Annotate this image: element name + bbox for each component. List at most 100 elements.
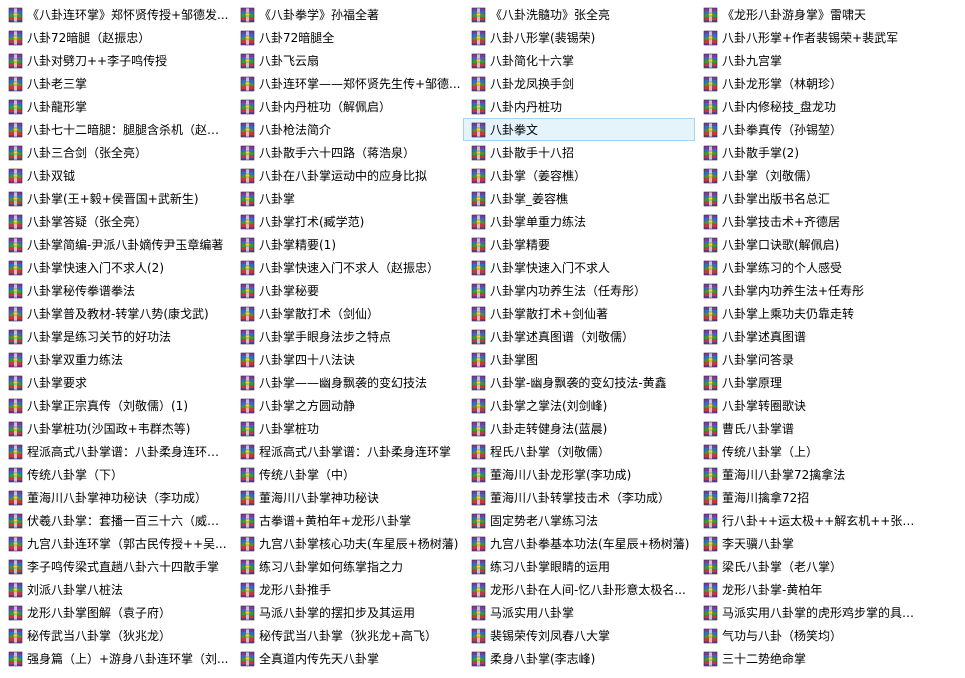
file-item[interactable]: 八卦简化十六掌 xyxy=(463,49,695,72)
file-item[interactable]: 八卦掌（姜容樵） xyxy=(463,164,695,187)
file-item[interactable]: 八卦掌精要(1) xyxy=(232,233,464,256)
file-item[interactable]: 传统八卦掌（上） xyxy=(695,440,927,463)
file-item[interactable]: 八卦掌之方圆动静 xyxy=(232,394,464,417)
file-item[interactable]: 八卦散手掌(2) xyxy=(695,141,927,164)
file-item[interactable]: 固定势老八掌练习法 xyxy=(463,509,695,532)
file-item[interactable]: 八卦掌双重力练法 xyxy=(0,348,232,371)
file-item[interactable]: 《八卦洗髓功》张全亮 xyxy=(463,3,695,26)
file-item[interactable]: 八卦七十二暗腿：腿腿含杀机（赵振... xyxy=(0,118,232,141)
file-item[interactable]: 八卦掌普及教材-转掌八势(康戈武) xyxy=(0,302,232,325)
file-item[interactable]: 八卦在八卦掌运动中的应身比拟 xyxy=(232,164,464,187)
file-item[interactable]: 传统八卦掌（下） xyxy=(0,463,232,486)
file-item[interactable]: 八卦掌正宗真传（刘敬儒）(1) xyxy=(0,394,232,417)
file-item[interactable]: 八卦掌答疑（张全亮） xyxy=(0,210,232,233)
file-item[interactable]: 《龙形八卦游身掌》雷啸天 xyxy=(695,3,927,26)
file-item[interactable]: 龙形八卦掌-黄柏年 xyxy=(695,578,927,601)
file-item[interactable]: 八卦内修秘技_盘龙功 xyxy=(695,95,927,118)
file-item[interactable]: 八卦掌是练习关节的好功法 xyxy=(0,325,232,348)
file-item[interactable]: 八卦掌手眼身法步之特点 xyxy=(232,325,464,348)
file-item[interactable]: 八卦掌精要 xyxy=(463,233,695,256)
file-item[interactable]: 龙形八卦推手 xyxy=(232,578,464,601)
file-item[interactable]: 八卦散手十八招 xyxy=(463,141,695,164)
file-item[interactable]: 八卦掌单重力练法 xyxy=(463,210,695,233)
file-item[interactable]: 裴锡荣传刘凤春八大掌 xyxy=(463,624,695,647)
file-item[interactable]: 八卦掌(王+毅+侯晋国+武新生) xyxy=(0,187,232,210)
file-item[interactable]: 伏羲八卦掌：套播一百三十六（威晨... xyxy=(0,509,232,532)
file-item[interactable]: 程派高式八卦掌谱：八卦柔身连环掌 xyxy=(232,440,464,463)
file-item[interactable]: 八卦掌原理 xyxy=(695,371,927,394)
file-item[interactable]: 八卦掌快速入门不求人(2) xyxy=(0,256,232,279)
file-item[interactable]: 八卦掌内功养生法（任寿彤） xyxy=(463,279,695,302)
file-item[interactable]: 八卦走转健身法(蓝晨) xyxy=(463,417,695,440)
file-item[interactable]: 龙形八卦在人间-忆八卦形意太极名... xyxy=(463,578,695,601)
file-item[interactable]: 九宫八卦掌核心功夫(车星辰+杨树藩) xyxy=(232,532,464,555)
file-item[interactable]: 董海川八卦掌神功秘诀 xyxy=(232,486,464,509)
file-item[interactable]: 秘传武当八卦掌（狄兆龙+高飞） xyxy=(232,624,464,647)
file-item[interactable]: 李子鸣传梁式直趟八卦六十四散手掌 xyxy=(0,555,232,578)
file-item[interactable]: 八卦双钺 xyxy=(0,164,232,187)
file-item[interactable]: 《八卦拳学》孙福全著 xyxy=(232,3,464,26)
file-item[interactable]: 董海川八卦龙形掌(李功成) xyxy=(463,463,695,486)
file-item[interactable]: 马派实用八卦掌的虎形鸡步掌的具体... xyxy=(695,601,927,624)
file-item[interactable]: 八卦掌图 xyxy=(463,348,695,371)
file-item[interactable]: 气功与八卦（杨笑均） xyxy=(695,624,927,647)
file-item[interactable]: 八卦内丹桩功 xyxy=(463,95,695,118)
file-item[interactable]: 八卦掌-幽身飘袭的变幻技法-黄鑫 xyxy=(463,371,695,394)
file-item[interactable]: 八卦72暗腿全 xyxy=(232,26,464,49)
file-item[interactable]: 八卦掌转圈歌诀 xyxy=(695,394,927,417)
file-item[interactable]: 八卦龍形掌 xyxy=(0,95,232,118)
file-item[interactable]: 八卦掌桩功(沙国政+韦群杰等) xyxy=(0,417,232,440)
file-item[interactable]: 八卦掌练习的个人感受 xyxy=(695,256,927,279)
file-item[interactable]: 八卦八形掌(裴锡荣) xyxy=(463,26,695,49)
file-item[interactable]: 柔身八卦掌(李志峰) xyxy=(463,647,695,670)
file-item[interactable]: 八卦掌散打术（剑仙） xyxy=(232,302,464,325)
file-item[interactable]: 八卦龙凤换手剑 xyxy=(463,72,695,95)
file-item[interactable]: 马派八卦掌的摆扣步及其运用 xyxy=(232,601,464,624)
file-item[interactable]: 八卦掌内功养生法+任寿彤 xyxy=(695,279,927,302)
file-item[interactable]: 龙形八卦掌图解（袁子府） xyxy=(0,601,232,624)
file-item[interactable]: 八卦掌打术(臧学范) xyxy=(232,210,464,233)
file-item[interactable]: 三十二势绝命掌 xyxy=(695,647,927,670)
file-item[interactable]: 八卦72暗腿（赵振忠） xyxy=(0,26,232,49)
file-item[interactable]: 李天骥八卦掌 xyxy=(695,532,927,555)
file-item[interactable]: 练习八卦掌如何练掌指之力 xyxy=(232,555,464,578)
file-item[interactable]: 古拳谱+黄柏年+龙形八卦掌 xyxy=(232,509,464,532)
file-item[interactable]: 八卦掌快速入门不求人（赵振忠） xyxy=(232,256,464,279)
file-item[interactable]: 程氏八卦掌（刘敬儒） xyxy=(463,440,695,463)
file-item[interactable]: 八卦内丹桩功（解佩启） xyxy=(232,95,464,118)
file-item[interactable]: 董海川八卦转掌技击术（李功成） xyxy=(463,486,695,509)
file-item[interactable]: 八卦掌问答录 xyxy=(695,348,927,371)
file-item[interactable]: 传统八卦掌（中） xyxy=(232,463,464,486)
file-item[interactable]: 八卦掌口诀歌(解佩启) xyxy=(695,233,927,256)
file-item[interactable]: 八卦掌述真图谱（刘敬儒） xyxy=(463,325,695,348)
file-item[interactable]: 梁氏八卦掌（老八掌） xyxy=(695,555,927,578)
file-item[interactable]: 董海川八卦掌72擒拿法 xyxy=(695,463,927,486)
file-item[interactable]: 《八卦连环掌》郑怀贤传授+邹德发... xyxy=(0,3,232,26)
file-item[interactable]: 八卦老三掌 xyxy=(0,72,232,95)
file-item[interactable]: 八卦掌 xyxy=(232,187,464,210)
file-item[interactable]: 董海川擒拿72招 xyxy=(695,486,927,509)
file-item[interactable]: 八卦掌述真图谱 xyxy=(695,325,927,348)
file-item[interactable]: 程派高式八卦掌谱：八卦柔身连环掌... xyxy=(0,440,232,463)
file-item[interactable]: 马派实用八卦掌 xyxy=(463,601,695,624)
file-item[interactable]: 八卦三合剑（张全亮） xyxy=(0,141,232,164)
file-item[interactable]: 秘传武当八卦掌（狄兆龙） xyxy=(0,624,232,647)
file-item[interactable]: 八卦掌要求 xyxy=(0,371,232,394)
file-item[interactable]: 八卦掌上乘功夫仍靠走转 xyxy=(695,302,927,325)
file-item[interactable]: 练习八卦掌眼睛的运用 xyxy=(463,555,695,578)
file-item[interactable]: 八卦掌之掌法(刘剑峰) xyxy=(463,394,695,417)
file-item[interactable]: 八卦对劈刀++李子鸣传授 xyxy=(0,49,232,72)
file-item[interactable]: 八卦拳文 xyxy=(463,118,695,141)
file-item[interactable]: 八卦掌——幽身飘袭的变幻技法 xyxy=(232,371,464,394)
file-item[interactable]: 八卦掌散打术+剑仙著 xyxy=(463,302,695,325)
file-item[interactable]: 八卦拳真传（孙锡堃） xyxy=(695,118,927,141)
file-item[interactable]: 强身篇（上）+游身八卦连环掌（刘... xyxy=(0,647,232,670)
file-item[interactable]: 八卦龙形掌（林朝珍） xyxy=(695,72,927,95)
file-item[interactable]: 八卦连环掌——郑怀贤先生传+邹德... xyxy=(232,72,464,95)
file-item[interactable]: 八卦掌快速入门不求人 xyxy=(463,256,695,279)
file-item[interactable]: 八卦掌（刘敬儒） xyxy=(695,164,927,187)
file-item[interactable]: 八卦掌技击术+齐德居 xyxy=(695,210,927,233)
file-item[interactable]: 八卦散手六十四路（蒋浩泉） xyxy=(232,141,464,164)
file-item[interactable]: 八卦掌_姜容樵 xyxy=(463,187,695,210)
file-item[interactable]: 刘派八卦掌八桩法 xyxy=(0,578,232,601)
